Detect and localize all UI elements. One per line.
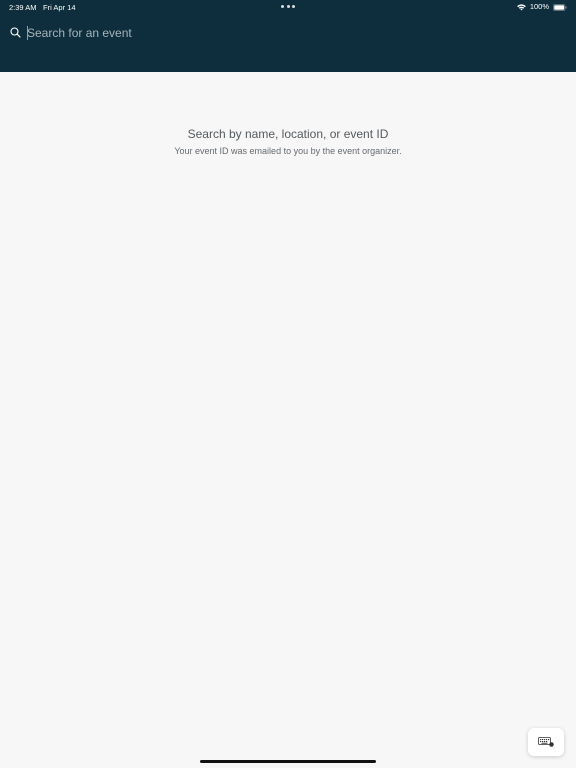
empty-state-subtitle: Your event ID was emailed to you by the …	[174, 146, 402, 156]
search-bar[interactable]	[0, 22, 576, 44]
wifi-icon	[517, 3, 526, 10]
search-icon	[10, 27, 21, 38]
battery-percentage: 100%	[529, 2, 549, 11]
status-indicators: 100%	[517, 2, 567, 12]
search-input[interactable]	[27, 23, 507, 43]
status-time: 2:39 AM	[9, 3, 37, 12]
battery-icon	[553, 3, 567, 11]
app-screen: 2:39 AM Fri Apr 14 100% Search for an ev…	[0, 0, 576, 768]
status-bar: 2:39 AM Fri Apr 14 100%	[0, 0, 576, 14]
empty-state: Search by name, location, or event ID Yo…	[0, 126, 576, 157]
home-indicator[interactable]	[200, 760, 376, 763]
multitasking-menu-icon[interactable]	[281, 4, 295, 9]
text-caret	[27, 26, 28, 40]
header: 2:39 AM Fri Apr 14 100%	[0, 0, 576, 72]
status-date: Fri Apr 14	[43, 3, 76, 12]
keyboard-icon	[538, 737, 554, 747]
keyboard-toggle-button[interactable]	[528, 728, 564, 756]
empty-state-title: Search by name, location, or event ID	[187, 127, 389, 141]
